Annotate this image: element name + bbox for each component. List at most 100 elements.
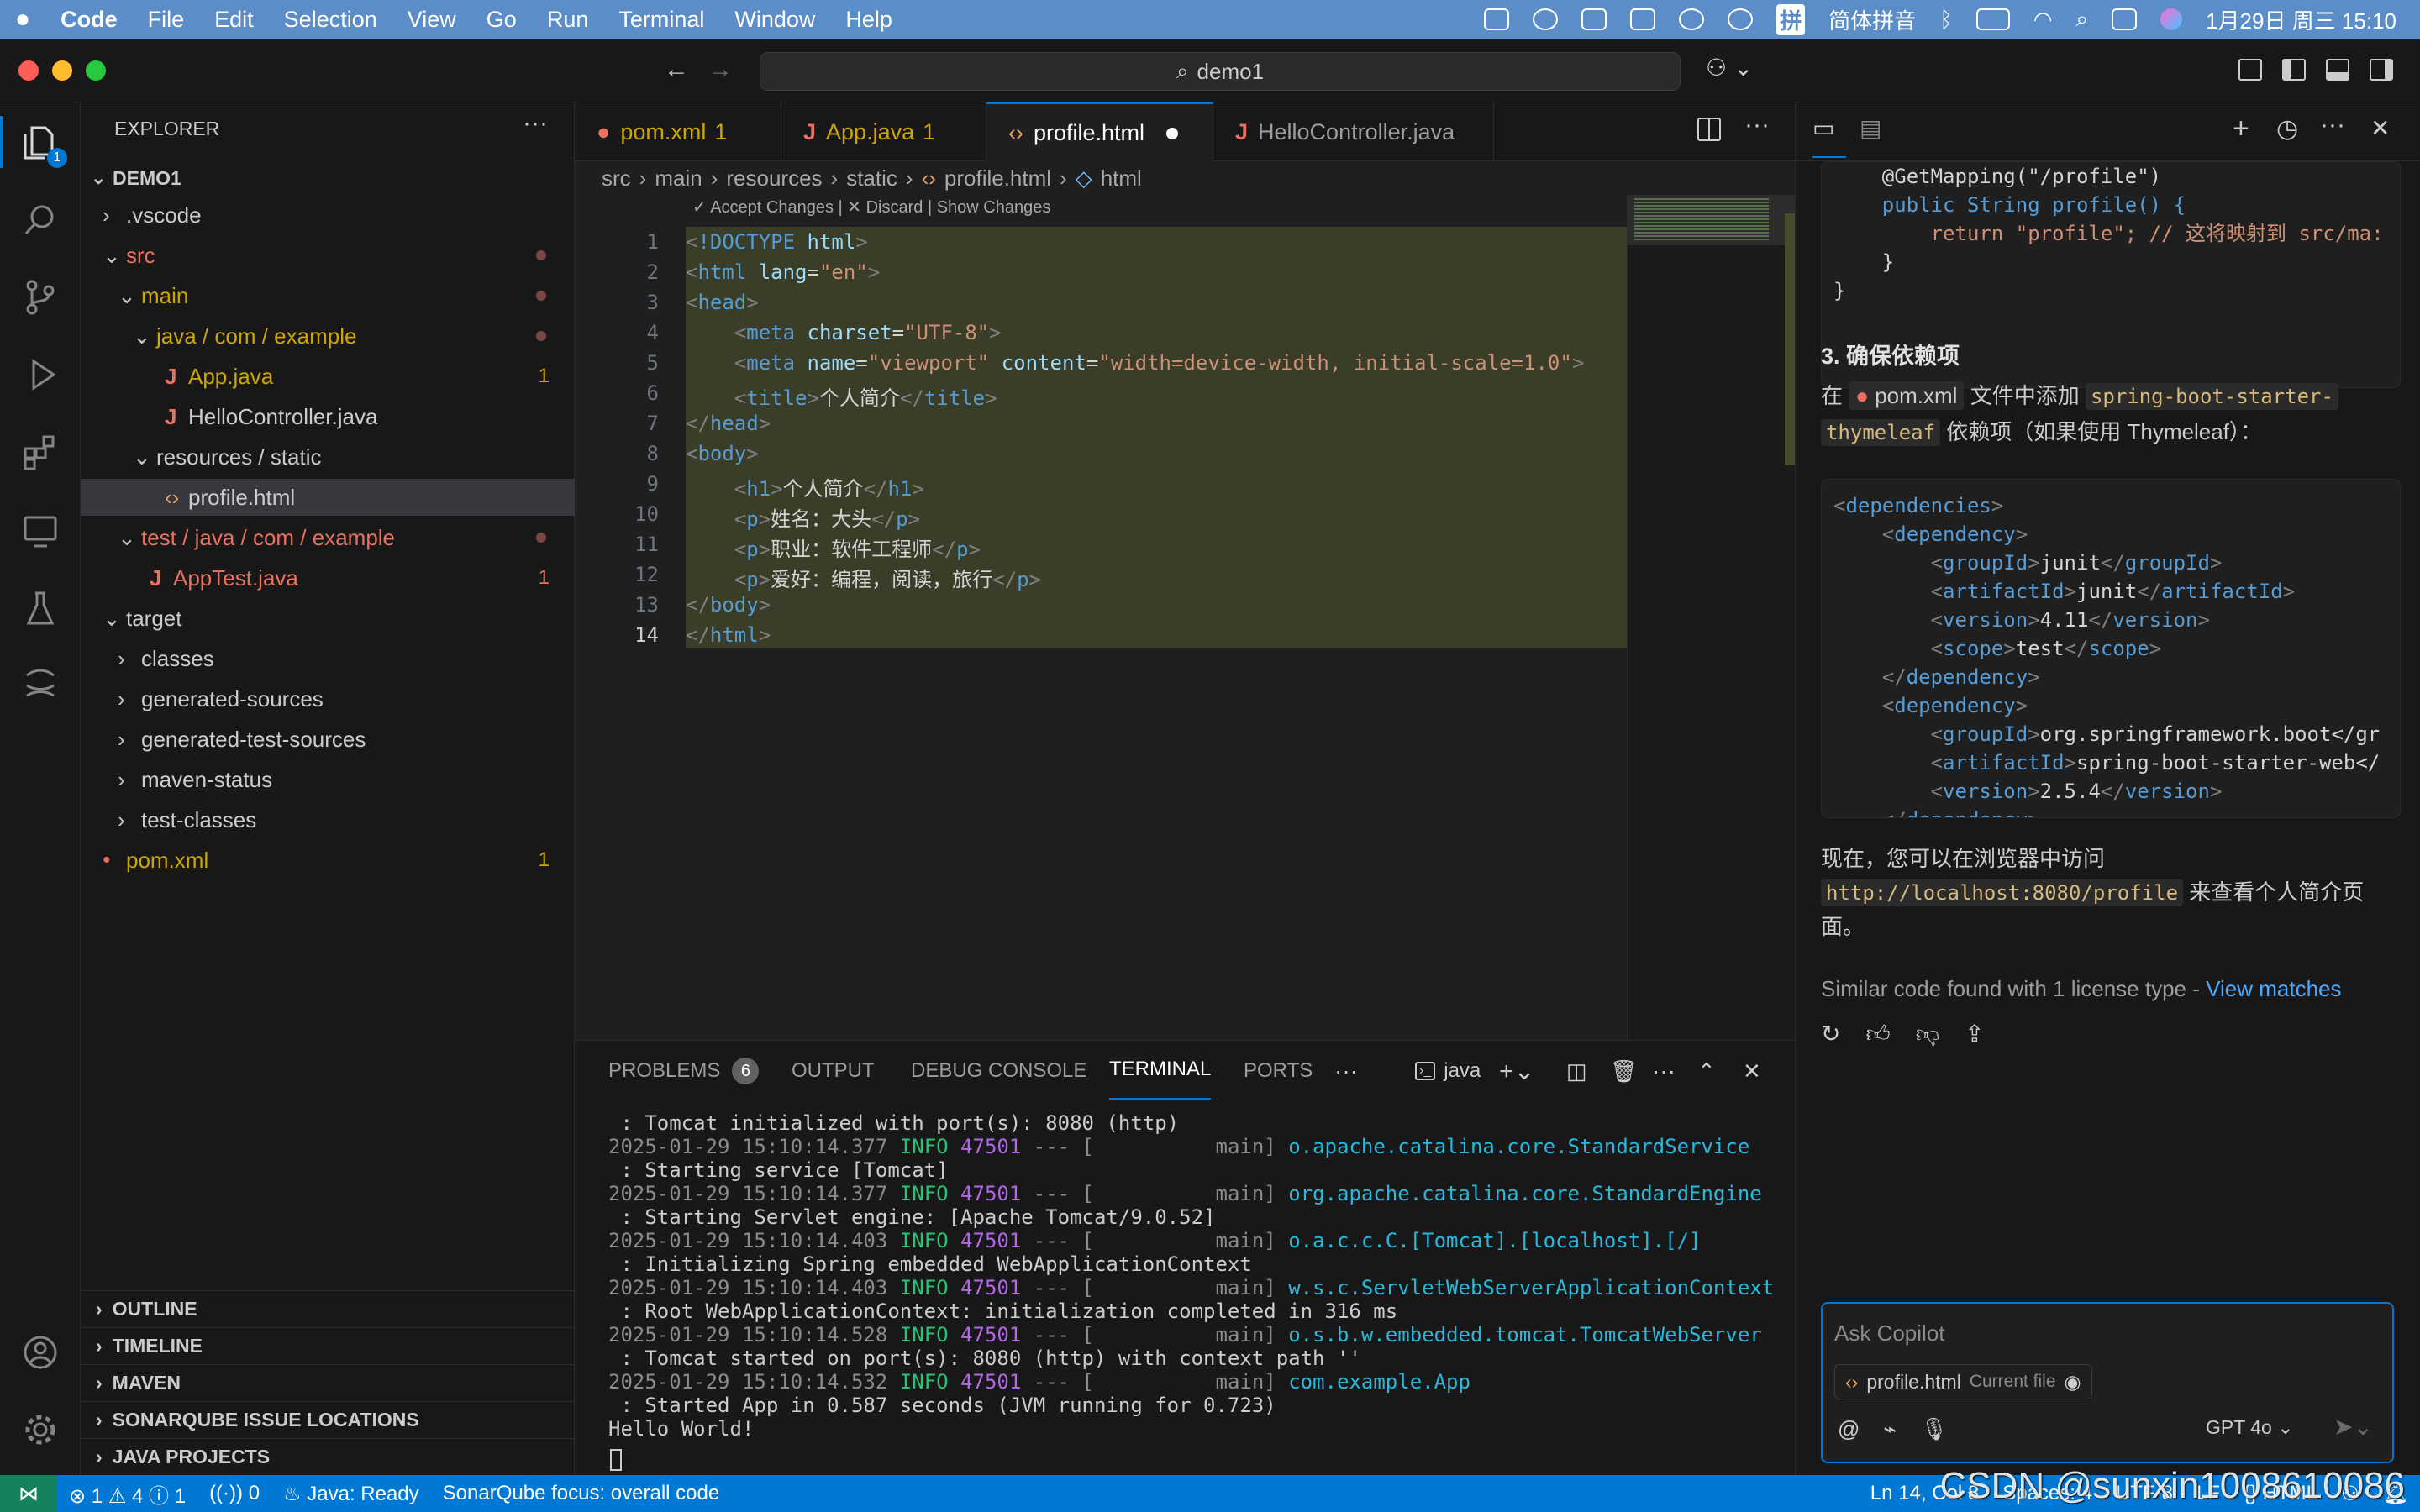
explorer-more-icon[interactable]: ··· bbox=[523, 109, 548, 138]
insert-into-new-file-icon[interactable]: ⇪ bbox=[1965, 1020, 1984, 1048]
code-line[interactable]: <meta name="viewport" content="width=dev… bbox=[686, 351, 1585, 375]
chat-history-icon[interactable]: ◷ bbox=[2276, 114, 2298, 144]
battery-icon[interactable] bbox=[1975, 8, 2010, 30]
menu-edit[interactable]: Edit bbox=[199, 7, 269, 33]
close-chat-icon[interactable]: ✕ bbox=[2370, 114, 2390, 142]
sonarqube-icon[interactable] bbox=[17, 662, 64, 709]
tree-item[interactable]: ⌄ main bbox=[81, 277, 575, 314]
breadcrumb-resources[interactable]: resources bbox=[726, 165, 822, 192]
file-reference-chip[interactable]: ● pom.xml bbox=[1849, 381, 1965, 410]
tree-item[interactable]: ⌄ resources / static bbox=[81, 438, 575, 475]
tree-item[interactable]: ⌄ test / java / com / example bbox=[81, 519, 575, 556]
line-number[interactable]: 10 bbox=[608, 502, 659, 526]
breadcrumb-src[interactable]: src bbox=[602, 165, 631, 192]
toggle-primary-sidebar-icon[interactable] bbox=[2282, 59, 2306, 81]
eye-icon[interactable]: ◉ bbox=[2065, 1371, 2081, 1394]
code-line[interactable]: <p>姓名：大头</p> bbox=[686, 502, 920, 532]
minimap[interactable] bbox=[1627, 195, 1796, 1040]
section-java-projects[interactable]: › JAVA PROJECTS bbox=[81, 1438, 575, 1475]
zoom-window-button[interactable] bbox=[86, 60, 106, 81]
tree-item[interactable]: ● pom.xml 1 bbox=[81, 842, 575, 879]
problems-status[interactable]: ⊗ 1 ⚠ 4 ⓘ 1 bbox=[57, 1479, 197, 1509]
layout-customize-icon[interactable] bbox=[2238, 59, 2262, 81]
chat-more-icon[interactable]: ··· bbox=[2320, 111, 2345, 139]
split-terminal-icon[interactable]: ◫ bbox=[1566, 1041, 1587, 1101]
tab-app-java[interactable]: J App.java 1 bbox=[781, 102, 986, 161]
wifi-icon[interactable]: ◠ bbox=[2033, 7, 2053, 33]
tab-profile-html[interactable]: ‹› profile.html bbox=[986, 102, 1213, 162]
breadcrumb-main[interactable]: main bbox=[655, 165, 702, 192]
remote-indicator-icon[interactable]: ⋈ bbox=[0, 1475, 57, 1512]
bluetooth-icon[interactable]: ᛒ bbox=[1939, 7, 1953, 33]
menu-selection[interactable]: Selection bbox=[269, 7, 392, 33]
xml-code-block[interactable]: <dependencies> <dependency> <groupId>jun… bbox=[1821, 479, 2401, 818]
view-matches-link[interactable]: View matches bbox=[2206, 976, 2341, 1001]
menu-terminal[interactable]: Terminal bbox=[603, 7, 719, 33]
code-line[interactable]: <html lang="en"> bbox=[686, 260, 880, 284]
indentation[interactable]: Spaces: 4 bbox=[1991, 1482, 2104, 1505]
forward-arrow-icon[interactable]: → bbox=[708, 55, 733, 84]
terminal-shell-selector[interactable]: ›_ java bbox=[1415, 1041, 1481, 1101]
tree-item[interactable]: ⌄ src bbox=[81, 237, 575, 274]
search-view-icon[interactable] bbox=[17, 197, 64, 244]
input-method-label[interactable]: 简体拼音 bbox=[1828, 4, 1916, 35]
line-number[interactable]: 11 bbox=[608, 533, 659, 556]
line-number[interactable]: 1 bbox=[608, 230, 659, 254]
tree-item[interactable]: J App.java 1 bbox=[81, 358, 575, 395]
microphone-icon[interactable]: 🎙︎ bbox=[1920, 1416, 1948, 1442]
code-line[interactable]: </head> bbox=[686, 412, 771, 435]
minimize-window-button[interactable] bbox=[52, 60, 72, 81]
close-panel-icon[interactable]: ✕ bbox=[1743, 1041, 1761, 1101]
menu-help[interactable]: Help bbox=[830, 7, 908, 33]
line-number[interactable]: 12 bbox=[608, 563, 659, 586]
panel-tab-debug-console[interactable]: DEBUG CONSOLE bbox=[911, 1041, 1086, 1101]
line-number[interactable]: 9 bbox=[608, 472, 659, 496]
menu-app-name[interactable]: Code bbox=[45, 7, 133, 33]
accounts-icon[interactable] bbox=[17, 1329, 64, 1376]
code-line[interactable]: <body> bbox=[686, 442, 759, 465]
panel-more-icon[interactable]: ··· bbox=[1334, 1041, 1358, 1101]
code-line[interactable]: <p>职业：软件工程师</p> bbox=[686, 533, 981, 562]
wechat-tray-icon[interactable] bbox=[1533, 8, 1559, 30]
menu-clock[interactable]: 1月29日 周三 15:10 bbox=[2206, 4, 2396, 35]
tab-hellocontroller[interactable]: J HelloController.java bbox=[1213, 102, 1494, 161]
code-line[interactable]: <head> bbox=[686, 291, 759, 314]
tree-item[interactable]: › classes bbox=[81, 640, 575, 677]
panel-tab-ports[interactable]: PORTS bbox=[1244, 1041, 1313, 1101]
line-number[interactable]: 5 bbox=[608, 351, 659, 375]
close-window-button[interactable] bbox=[18, 60, 39, 81]
source-control-icon[interactable] bbox=[17, 274, 64, 321]
menu-window[interactable]: Window bbox=[719, 7, 830, 33]
manage-gear-icon[interactable] bbox=[17, 1406, 64, 1453]
breadcrumb-symbol[interactable]: html bbox=[1101, 165, 1142, 192]
tab-pom-xml[interactable]: ● pom.xml 1 bbox=[575, 102, 781, 161]
tree-item[interactable]: › generated-test-sources bbox=[81, 721, 575, 758]
tree-item[interactable]: › .vscode bbox=[81, 197, 575, 234]
extensions-icon[interactable] bbox=[17, 428, 64, 475]
mention-icon[interactable]: @ bbox=[1838, 1416, 1860, 1442]
play-tray-icon[interactable] bbox=[1728, 8, 1754, 30]
language-mode[interactable]: {} HTML bbox=[2232, 1482, 2329, 1505]
panel-tab-terminal[interactable]: TERMINAL bbox=[1109, 1041, 1212, 1100]
cursor-position[interactable]: Ln 14, Col 8 bbox=[1859, 1482, 1991, 1505]
airdrop-tray-icon[interactable] bbox=[1679, 8, 1705, 30]
copilot-status-icon[interactable]: ⚇ bbox=[2329, 1482, 2371, 1506]
code-line[interactable]: <!DOCTYPE html> bbox=[686, 230, 868, 254]
tree-item[interactable]: › test-classes bbox=[81, 801, 575, 838]
panel-tab-output[interactable]: OUTPUT bbox=[792, 1041, 875, 1101]
java-status[interactable]: ♨ Java: Ready bbox=[271, 1482, 431, 1506]
app-tray-icon[interactable] bbox=[1581, 8, 1607, 30]
line-number[interactable]: 13 bbox=[608, 593, 659, 617]
line-number[interactable]: 3 bbox=[608, 291, 659, 314]
tree-item[interactable]: › generated-sources bbox=[81, 680, 575, 717]
section-outline[interactable]: › OUTLINE bbox=[81, 1290, 575, 1327]
tree-item[interactable]: ⌄ target bbox=[81, 600, 575, 637]
code-editor[interactable]: ✓ Accept Changes | ✕ Discard | Show Chan… bbox=[575, 195, 1796, 1040]
unsaved-dot-icon[interactable] bbox=[1166, 127, 1179, 139]
menu-run[interactable]: Run bbox=[532, 7, 604, 33]
code-line[interactable]: </body> bbox=[686, 593, 771, 617]
line-number[interactable]: 14 bbox=[608, 623, 659, 647]
retry-icon[interactable]: ↻ bbox=[1821, 1020, 1840, 1048]
remote-explorer-icon[interactable] bbox=[17, 507, 64, 554]
menu-go[interactable]: Go bbox=[471, 7, 532, 33]
